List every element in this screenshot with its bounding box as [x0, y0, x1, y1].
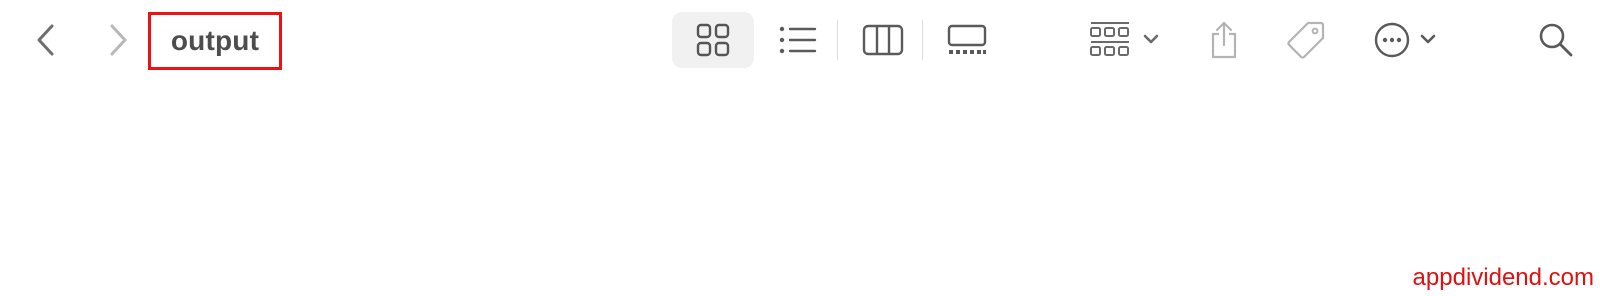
back-button[interactable] [24, 18, 68, 62]
tag-icon [1287, 21, 1325, 59]
chevron-down-icon [1143, 34, 1159, 44]
search-button[interactable] [1532, 12, 1580, 68]
finder-toolbar: output [0, 0, 1600, 80]
chevron-down-icon [1420, 34, 1436, 44]
icon-grid-view-icon [696, 23, 730, 57]
toolbar-divider [837, 20, 838, 60]
share-button[interactable] [1202, 12, 1246, 68]
group-by-button[interactable] [1088, 12, 1168, 68]
chevron-right-icon [110, 24, 127, 56]
column-view-button[interactable] [856, 12, 910, 68]
group-by-icon [1090, 22, 1159, 56]
watermark-text: appdividend.com [1412, 264, 1594, 291]
search-icon [1539, 23, 1573, 57]
icon-view-button[interactable] [672, 12, 754, 68]
chevron-left-icon [37, 24, 54, 56]
list-view-button[interactable] [772, 12, 824, 68]
folder-title: output [170, 25, 260, 56]
folder-title-highlight: output [148, 12, 282, 70]
gallery-view-button[interactable] [938, 12, 996, 68]
tag-button[interactable] [1282, 12, 1330, 68]
more-actions-button[interactable] [1370, 12, 1444, 68]
ellipsis-circle-icon [1374, 22, 1436, 58]
toolbar-divider [922, 20, 923, 60]
column-view-icon [862, 24, 904, 56]
share-icon [1211, 21, 1237, 59]
gallery-view-icon [947, 24, 987, 54]
list-view-icon [779, 26, 817, 54]
forward-button[interactable] [96, 18, 140, 62]
